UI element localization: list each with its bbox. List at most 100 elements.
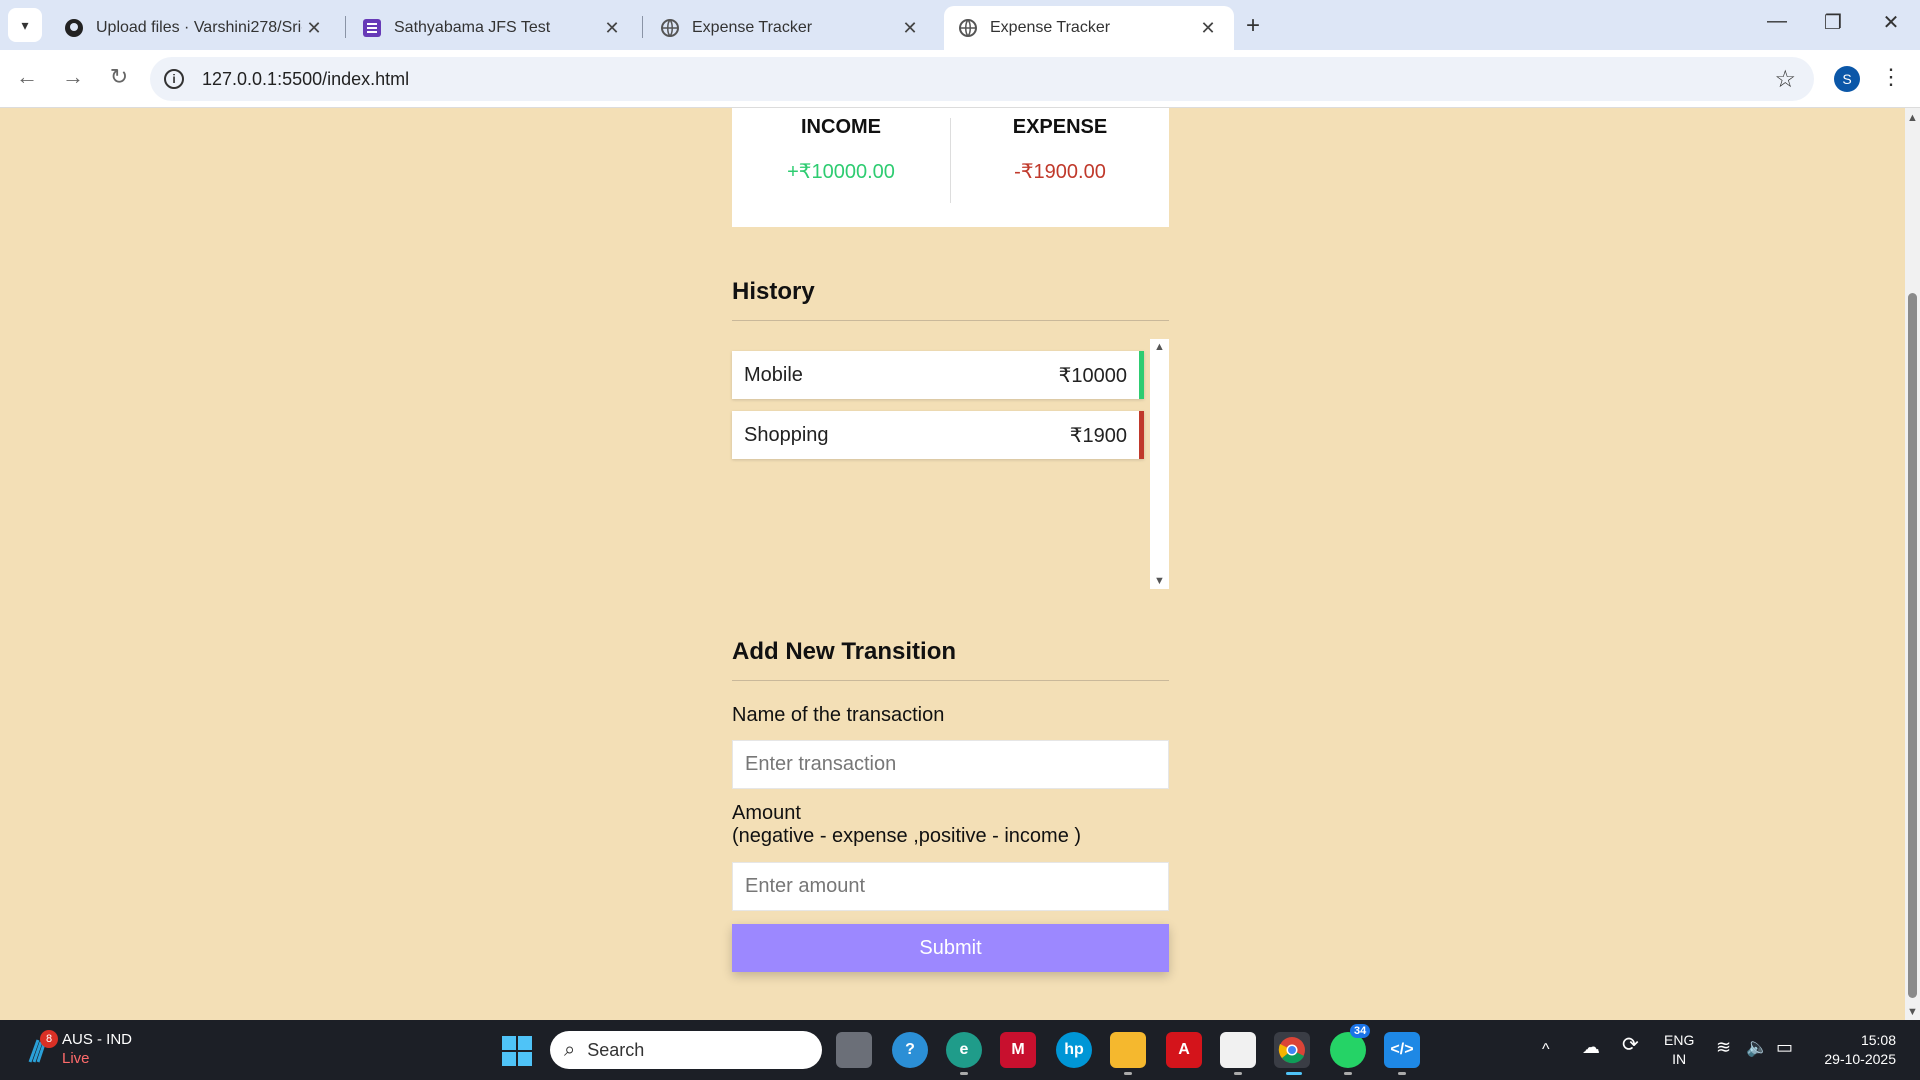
browser-tab-bar: ▾ Upload files · Varshini278/Sri-Va ✕ Sa…: [0, 0, 1920, 50]
github-icon: [64, 18, 84, 38]
restore-icon[interactable]: ❐: [1818, 10, 1848, 35]
language-indicator[interactable]: ENG IN: [1664, 1031, 1694, 1069]
adobe-acrobat-icon[interactable]: A: [1166, 1032, 1202, 1068]
forward-icon[interactable]: →: [58, 64, 88, 90]
sync-icon[interactable]: ⟳: [1622, 1035, 1639, 1055]
battery-icon[interactable]: ▭: [1776, 1038, 1793, 1057]
tab-title: Expense Tracker: [990, 19, 1111, 36]
clock-time: 15:08: [1860, 1032, 1896, 1048]
close-tab-icon[interactable]: ✕: [302, 18, 326, 39]
tab-search-chevron-icon[interactable]: ▾: [8, 8, 42, 42]
bookmark-star-icon[interactable]: ☆: [1774, 65, 1796, 94]
transaction-name-input[interactable]: [732, 740, 1169, 789]
income-value: +₹10000.00: [787, 161, 895, 183]
widget-status: Live: [62, 1050, 90, 1067]
expense-label: EXPENSE: [1012, 116, 1108, 138]
running-indicator: [1344, 1072, 1352, 1075]
notification-badge: 8: [40, 1030, 58, 1048]
browser-menu-icon[interactable]: ⋮: [1880, 64, 1902, 90]
back-icon[interactable]: ←: [12, 64, 42, 90]
history-scrollbar[interactable]: ▲ ▼: [1150, 339, 1169, 589]
running-indicator: [1398, 1072, 1406, 1075]
volume-icon[interactable]: 🔈: [1746, 1038, 1768, 1057]
page-scrollbar[interactable]: ▲ ▼: [1905, 108, 1920, 1020]
task-view-icon[interactable]: [836, 1032, 872, 1068]
income-column: INCOME +₹10000.00: [732, 108, 950, 227]
windows-taskbar: 8 AUS - IND Live ⌕ Search ? e M hp A 34 …: [0, 1020, 1920, 1080]
history-item-amount: ₹1900: [1069, 424, 1127, 447]
globe-icon: [958, 18, 978, 38]
vscode-icon[interactable]: </>: [1384, 1032, 1420, 1068]
amount-hint: (negative - expense ,positive - income ): [732, 825, 1082, 847]
tab-separator: [642, 16, 643, 38]
add-transaction-heading: Add New Transition: [732, 638, 1169, 681]
history-item[interactable]: Mobile ₹10000: [732, 351, 1144, 399]
hp-icon[interactable]: hp: [1056, 1032, 1092, 1068]
clock-date: 29-10-2025: [1824, 1051, 1896, 1067]
weather-widget[interactable]: 8 AUS - IND Live: [24, 1030, 132, 1068]
show-hidden-icons-chevron-icon[interactable]: ^: [1542, 1040, 1550, 1059]
tab-separator: [345, 16, 346, 38]
windows-start-icon[interactable]: [502, 1036, 532, 1066]
history-item-name: Shopping: [744, 423, 829, 446]
minimize-icon[interactable]: —: [1762, 10, 1792, 33]
running-indicator: [960, 1072, 968, 1075]
site-info-icon[interactable]: i: [164, 69, 184, 89]
history-list: Mobile ₹10000 Shopping ₹1900 ▲ ▼: [732, 339, 1169, 589]
income-label: INCOME: [801, 116, 881, 138]
onedrive-cloud-icon[interactable]: ☁: [1582, 1038, 1600, 1057]
tab-github-upload[interactable]: Upload files · Varshini278/Sri-Va ✕: [50, 6, 340, 50]
edge-icon[interactable]: e: [946, 1032, 982, 1068]
history-heading: History: [732, 278, 1169, 321]
whatsapp-badge: 34: [1350, 1024, 1371, 1038]
tab-title: Expense Tracker: [692, 19, 813, 36]
expense-column: EXPENSE -₹1900.00: [951, 108, 1169, 227]
close-window-icon[interactable]: ✕: [1876, 10, 1906, 35]
history-item[interactable]: Shopping ₹1900: [732, 411, 1144, 459]
search-label: Search: [587, 1039, 645, 1060]
tab-title: Sathyabama JFS Test: [394, 19, 551, 36]
help-icon[interactable]: ?: [892, 1032, 928, 1068]
widget-title: AUS - IND: [62, 1031, 133, 1048]
new-tab-button[interactable]: +: [1246, 12, 1260, 40]
file-explorer-icon[interactable]: [1110, 1032, 1146, 1068]
scroll-up-icon[interactable]: ▲: [1907, 112, 1918, 124]
scroll-up-icon[interactable]: ▲: [1154, 341, 1165, 353]
taskbar-search[interactable]: ⌕ Search: [550, 1031, 822, 1069]
globe-icon: [660, 18, 680, 38]
microsoft-store-icon[interactable]: [1220, 1032, 1256, 1068]
scrollbar-thumb[interactable]: [1908, 293, 1917, 998]
history-item-name: Mobile: [744, 363, 803, 386]
reload-icon[interactable]: ↻: [104, 64, 134, 90]
tab-sathyabama-test[interactable]: Sathyabama JFS Test ✕: [348, 6, 638, 50]
address-bar[interactable]: i 127.0.0.1:5500/index.html ☆: [150, 57, 1814, 101]
running-indicator: [1124, 1072, 1132, 1075]
running-indicator: [1234, 1072, 1242, 1075]
amount-input[interactable]: [732, 862, 1169, 911]
scroll-down-icon[interactable]: ▼: [1907, 1006, 1918, 1018]
lang-bottom: IN: [1672, 1051, 1687, 1067]
cricket-icon: 8: [24, 1030, 58, 1064]
chrome-icon[interactable]: [1274, 1032, 1310, 1068]
tab-title: Upload files · Varshini278/Sri-Va: [96, 19, 302, 36]
forms-icon: [362, 18, 382, 38]
close-tab-icon[interactable]: ✕: [600, 18, 624, 39]
address-toolbar: ← → ↻ i 127.0.0.1:5500/index.html ☆ S ⋮: [0, 50, 1920, 108]
tab-expense-tracker-1[interactable]: Expense Tracker ✕: [646, 6, 936, 50]
url-text[interactable]: 127.0.0.1:5500/index.html: [202, 69, 409, 90]
close-tab-icon[interactable]: ✕: [1196, 18, 1220, 39]
close-tab-icon[interactable]: ✕: [898, 18, 922, 39]
profile-avatar[interactable]: S: [1834, 66, 1860, 92]
mcafee-icon[interactable]: M: [1000, 1032, 1036, 1068]
transaction-name-label: Name of the transaction: [732, 704, 945, 726]
wifi-icon[interactable]: ≋: [1716, 1038, 1731, 1057]
submit-button[interactable]: Submit: [732, 924, 1169, 972]
balance-summary-card: INCOME +₹10000.00 EXPENSE -₹1900.00: [732, 108, 1169, 227]
amount-label: Amount: [732, 802, 801, 824]
clock[interactable]: 15:08 29-10-2025: [1816, 1031, 1896, 1069]
active-indicator: [1286, 1072, 1302, 1075]
expense-value: -₹1900.00: [1014, 161, 1106, 183]
scroll-down-icon[interactable]: ▼: [1154, 575, 1165, 587]
whatsapp-icon[interactable]: 34: [1330, 1024, 1371, 1068]
tab-expense-tracker-active[interactable]: Expense Tracker ✕: [944, 6, 1234, 50]
